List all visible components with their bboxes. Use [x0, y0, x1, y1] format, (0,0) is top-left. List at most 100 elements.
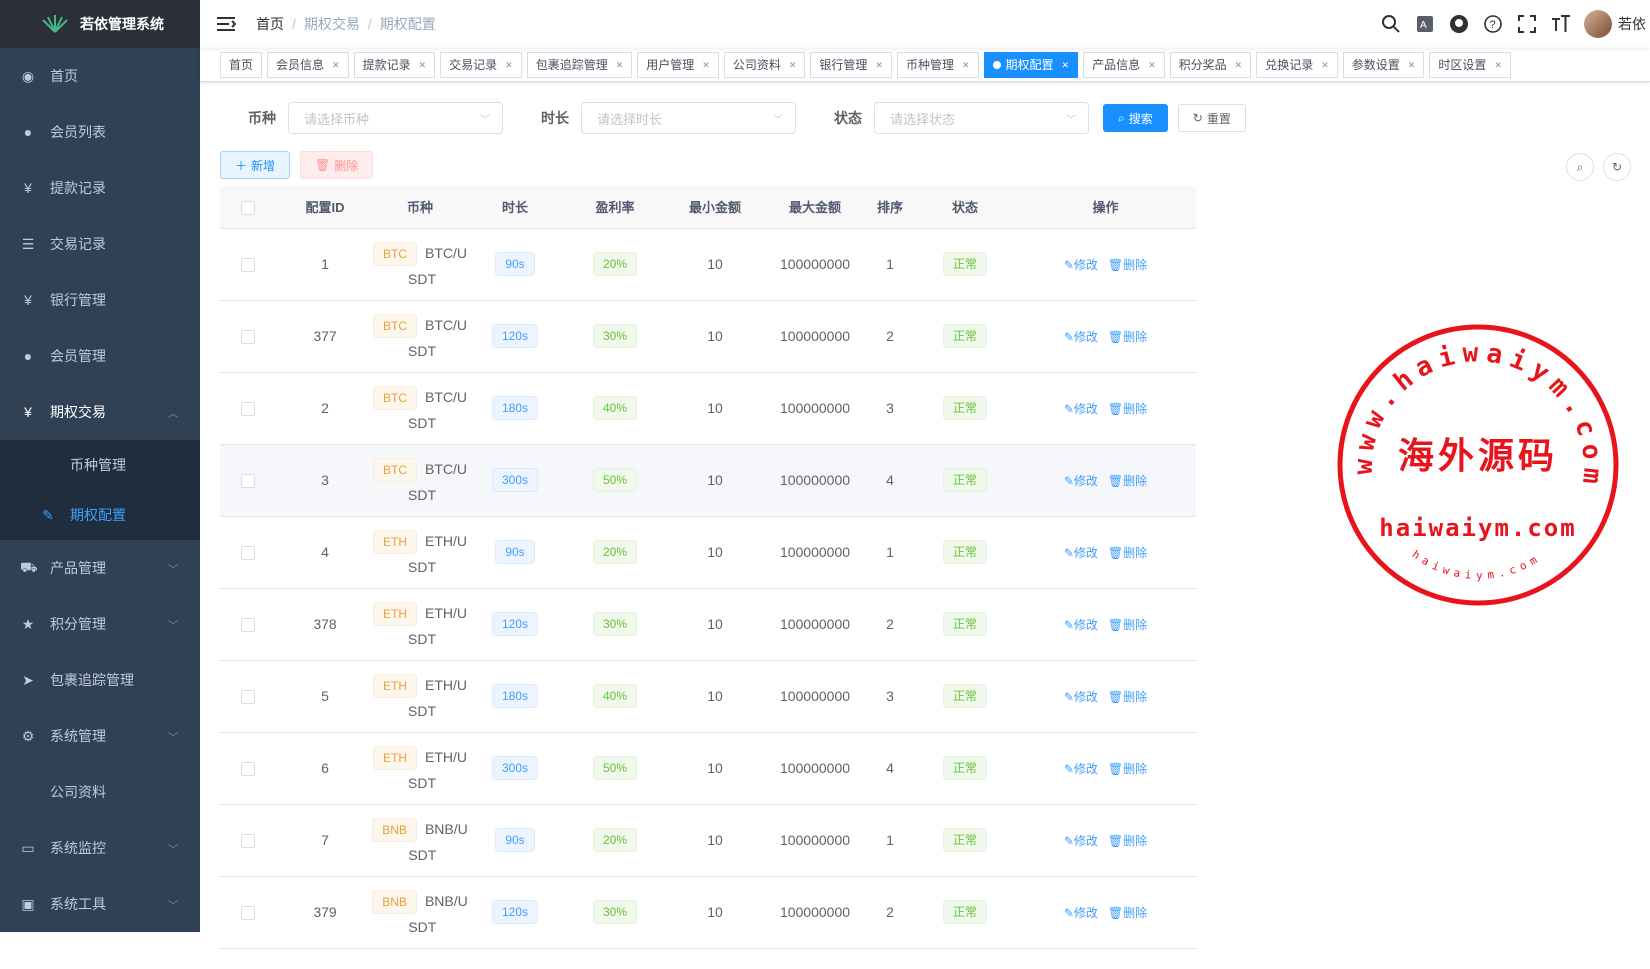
tag-home[interactable]: 首页 — [220, 51, 263, 78]
row-delete-button[interactable]: 🗑删除 — [1108, 258, 1147, 272]
sidebar-item-members[interactable]: ● 会员列表 — [0, 104, 200, 160]
close-icon[interactable]: ✕ — [332, 53, 340, 77]
row-delete-button[interactable]: 🗑删除 — [1108, 546, 1147, 560]
help-icon[interactable]: ? — [1476, 14, 1510, 34]
row-delete-button[interactable]: 🗑删除 — [1108, 474, 1147, 488]
user-name[interactable]: 若依 — [1618, 14, 1646, 34]
row-delete-button[interactable]: 🗑删除 — [1108, 690, 1147, 704]
edit-button[interactable]: ✎修改 — [1064, 762, 1098, 776]
row-delete-button[interactable]: 🗑删除 — [1108, 330, 1147, 344]
row-delete-button[interactable]: 🗑删除 — [1108, 618, 1147, 632]
row-delete-button[interactable]: 🗑删除 — [1108, 762, 1147, 776]
sidebar-item-home[interactable]: ◉ 首页 — [0, 48, 200, 104]
tag-trades[interactable]: 交易记录 ✕ — [440, 51, 522, 78]
table-row[interactable]: 378 ETH ETH/U SDT 120s 30% 10 100000000 2 正常 ✎修改 🗑删… — [220, 588, 1196, 661]
close-icon[interactable]: ✕ — [419, 53, 427, 77]
sidebar-item-monitor[interactable]: ▭ 系统监控 ﹀ — [0, 820, 200, 876]
reset-button[interactable]: ↻ 重置 — [1177, 104, 1246, 132]
sidebar-item-option-config[interactable]: ✎ 期权配置 — [0, 490, 200, 540]
sidebar-item-options[interactable]: ¥ 期权交易 ︿ — [0, 384, 200, 440]
tag-products[interactable]: 产品信息 ✕ — [1083, 51, 1165, 78]
close-icon[interactable]: ✕ — [962, 53, 970, 77]
search-icon[interactable] — [1374, 14, 1408, 34]
sidebar-item-bank[interactable]: ¥ 银行管理 — [0, 272, 200, 328]
tag-member-info[interactable]: 会员信息 ✕ — [267, 51, 349, 78]
avatar[interactable] — [1584, 10, 1612, 38]
tag-users[interactable]: 用户管理 ✕ — [637, 51, 719, 78]
table-row[interactable]: 379 BNB BNB/U SDT 120s 30% 10 100000000 2 正常 ✎修改 🗑删… — [220, 876, 1196, 949]
edit-button[interactable]: ✎修改 — [1064, 330, 1098, 344]
sidebar-item-system[interactable]: ⚙ 系统管理 ﹀ — [0, 708, 200, 764]
edit-button[interactable]: ✎修改 — [1064, 402, 1098, 416]
row-checkbox[interactable] — [240, 546, 255, 561]
add-button[interactable]: ＋新增 — [220, 151, 291, 179]
sidebar-item-parcel[interactable]: ➤ 包裹追踪管理 — [0, 652, 200, 708]
sidebar-item-tools[interactable]: ▣ 系统工具 ﹀ — [0, 876, 200, 932]
close-icon[interactable]: ✕ — [702, 53, 710, 77]
close-icon[interactable]: ✕ — [1062, 53, 1070, 77]
edit-button[interactable]: ✎修改 — [1064, 618, 1098, 632]
close-icon[interactable]: ✕ — [875, 53, 883, 77]
github-icon[interactable] — [1442, 14, 1476, 34]
breadcrumb-home[interactable]: 首页 — [256, 14, 284, 34]
sidebar-item-coin-manage[interactable]: 币种管理 — [0, 440, 200, 490]
delete-button[interactable]: 🗑 删除 — [300, 151, 374, 179]
row-checkbox[interactable] — [240, 474, 255, 489]
coin-select[interactable]: 请选择币种 ﹀ — [288, 102, 503, 134]
row-checkbox[interactable] — [240, 330, 255, 345]
row-checkbox[interactable] — [240, 906, 255, 921]
table-row[interactable]: 3 BTC BTC/U SDT 300s 50% 10 100000000 4 正常 ✎修改 🗑删除 — [220, 444, 1196, 517]
table-row[interactable]: 377 BTC BTC/U SDT 120s 30% 10 100000000 2 正常 ✎修改 🗑删… — [220, 300, 1196, 373]
fullscreen-icon[interactable] — [1510, 15, 1544, 33]
tag-bank[interactable]: 银行管理 ✕ — [810, 51, 892, 78]
edit-button[interactable]: ✎修改 — [1064, 834, 1098, 848]
refresh-button[interactable]: ↻ — [1603, 153, 1631, 181]
table-row[interactable]: 6 ETH ETH/U SDT 300s 50% 10 100000000 4 正常 ✎修改 🗑删除 — [220, 732, 1196, 805]
close-icon[interactable]: ✕ — [505, 53, 513, 77]
close-icon[interactable]: ✕ — [1321, 53, 1329, 77]
tag-company[interactable]: 公司资料 ✕ — [723, 51, 806, 78]
select-all-checkbox[interactable] — [240, 200, 255, 215]
duration-select[interactable]: 请选择时长 ﹀ — [581, 102, 796, 134]
close-icon[interactable]: ✕ — [1408, 53, 1416, 77]
sidebar-item-trades[interactable]: ☰ 交易记录 — [0, 216, 200, 272]
tag-coin[interactable]: 币种管理 ✕ — [896, 51, 979, 78]
search-button[interactable]: ⌕ 搜索 — [1103, 104, 1168, 132]
table-row[interactable]: 7 BNB BNB/U SDT 90s 20% 10 100000000 1 正常 ✎修改 🗑删除 — [220, 804, 1196, 877]
row-checkbox[interactable] — [240, 618, 255, 633]
status-select[interactable]: 请选择状态 ﹀ — [874, 102, 1089, 134]
edit-button[interactable]: ✎修改 — [1064, 690, 1098, 704]
row-checkbox[interactable] — [240, 762, 255, 777]
row-checkbox[interactable] — [240, 834, 255, 849]
hamburger-icon[interactable] — [216, 16, 236, 32]
row-checkbox[interactable] — [240, 258, 255, 273]
row-checkbox[interactable] — [240, 690, 255, 705]
tag-parcel[interactable]: 包裹追踪管理 ✕ — [526, 51, 633, 78]
tag-params[interactable]: 参数设置 ✕ — [1342, 51, 1425, 78]
row-delete-button[interactable]: 🗑删除 — [1108, 402, 1147, 416]
close-icon[interactable]: ✕ — [616, 53, 624, 77]
close-icon[interactable]: ✕ — [1494, 53, 1502, 77]
table-row[interactable]: 4 ETH ETH/U SDT 90s 20% 10 100000000 1 正常 ✎修改 🗑删除 — [220, 516, 1196, 589]
edit-button[interactable]: ✎修改 — [1064, 474, 1098, 488]
tag-option-config[interactable]: 期权配置 ✕ — [983, 51, 1079, 78]
tag-exchange[interactable]: 兑换记录 ✕ — [1256, 51, 1338, 78]
table-row[interactable]: 1 BTC BTC/U SDT 90s 20% 10 100000000 1 正常 ✎修改 🗑删除 — [220, 228, 1196, 301]
close-icon[interactable]: ✕ — [1148, 53, 1156, 77]
edit-button[interactable]: ✎修改 — [1064, 258, 1098, 272]
breadcrumb-options[interactable]: 期权交易 — [304, 14, 360, 34]
edit-button[interactable]: ✎修改 — [1064, 546, 1098, 560]
edit-button[interactable]: ✎修改 — [1064, 906, 1098, 920]
font-size-icon[interactable] — [1544, 15, 1578, 33]
sidebar-item-withdrawals[interactable]: ¥ 提款记录 — [0, 160, 200, 216]
close-icon[interactable]: ✕ — [1235, 53, 1243, 77]
tag-timezone[interactable]: 时区设置 ✕ — [1429, 51, 1511, 78]
row-checkbox[interactable] — [240, 402, 255, 417]
row-delete-button[interactable]: 🗑删除 — [1108, 834, 1147, 848]
sidebar-item-member-manage[interactable]: ● 会员管理 — [0, 328, 200, 384]
table-row[interactable]: 2 BTC BTC/U SDT 180s 40% 10 100000000 3 正常 ✎修改 🗑删除 — [220, 372, 1196, 445]
tag-withdrawals[interactable]: 提款记录 ✕ — [353, 51, 436, 78]
toggle-search-button[interactable]: ⌕ — [1566, 153, 1594, 181]
sidebar-item-company[interactable]: 公司资料 — [0, 764, 200, 820]
logo[interactable]: 若依管理系统 — [0, 0, 200, 48]
